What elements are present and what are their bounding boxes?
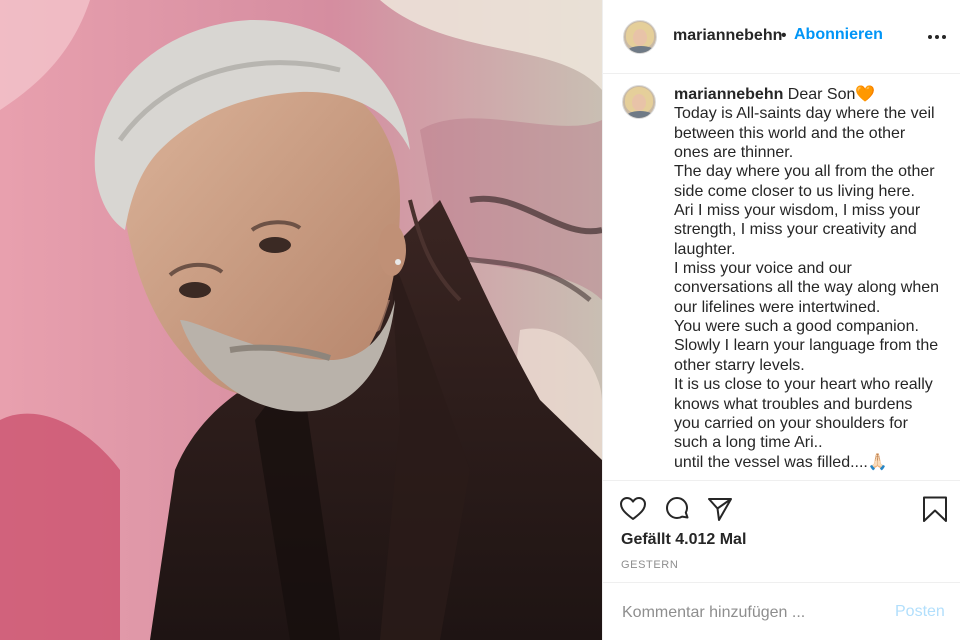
- follow-button[interactable]: Abonnieren: [794, 26, 883, 44]
- post-header: mariannebehn • Abonnieren: [603, 0, 960, 74]
- caption-line: our lifelines were intertwined.: [674, 298, 881, 316]
- caption-username[interactable]: mariannebehn: [674, 86, 783, 103]
- comment-icon[interactable]: [663, 495, 691, 523]
- caption-line: laughter.: [674, 240, 736, 258]
- post-side-panel: mariannebehn • Abonnieren mariannebehn D…: [602, 0, 960, 640]
- comment-bar: Posten: [603, 582, 960, 640]
- caption-line: strength, I miss your creativity and: [674, 221, 917, 239]
- caption-line: conversations all the way along when: [674, 279, 940, 297]
- author-username[interactable]: mariannebehn: [673, 27, 782, 45]
- caption-line: such a long time Ari..: [674, 434, 823, 452]
- caption-line: You were such a good companion.: [674, 318, 919, 336]
- caption-line: other starry levels.: [674, 356, 805, 374]
- post-photo[interactable]: [0, 0, 602, 640]
- caption-line: Ari I miss your wisdom, I miss your: [674, 202, 921, 220]
- caption-line: Slowly I learn your language from the: [674, 337, 939, 355]
- caption-line: ones are thinner.: [674, 144, 794, 162]
- caption-line: knows what troubles and burdens: [674, 395, 913, 413]
- portrait-image: [0, 0, 602, 640]
- caption-line: until the vessel was filled....🙏🏻: [674, 453, 888, 471]
- post-timestamp: GESTERN: [621, 559, 679, 571]
- post-comment-button[interactable]: Posten: [895, 603, 945, 621]
- caption-line: side come closer to us living here.: [674, 182, 915, 200]
- caption-greeting: Dear Son🧡: [783, 86, 876, 103]
- caption-line: between this world and the other: [674, 124, 906, 142]
- caption-line: Today is All-saints day where the veil: [674, 105, 935, 123]
- heart-icon[interactable]: [619, 495, 647, 523]
- comment-input[interactable]: [620, 600, 874, 626]
- caption-line: I miss your voice and our: [674, 260, 852, 278]
- caption-scroll-area[interactable]: mariannebehn Dear Son🧡 Today is All-sain…: [603, 75, 960, 480]
- caption-line: The day where you all from the other: [674, 163, 935, 181]
- likes-count[interactable]: Gefällt 4.012 Mal: [621, 531, 746, 549]
- post-caption: mariannebehn Dear Son🧡 Today is All-sain…: [674, 85, 946, 472]
- paper-plane-icon[interactable]: [706, 495, 734, 523]
- caption-line: It is us close to your heart who really: [674, 376, 933, 394]
- caption-author-avatar[interactable]: [622, 85, 656, 119]
- more-options-icon[interactable]: [927, 28, 947, 46]
- bookmark-icon[interactable]: [921, 495, 949, 523]
- caption-first-line: mariannebehn Dear Son🧡: [674, 85, 946, 104]
- caption-line: you carried on your shoulders for: [674, 414, 908, 432]
- author-avatar[interactable]: [623, 20, 657, 54]
- post-actions: Gefällt 4.012 Mal GESTERN: [603, 480, 960, 582]
- separator-dot: •: [781, 27, 787, 44]
